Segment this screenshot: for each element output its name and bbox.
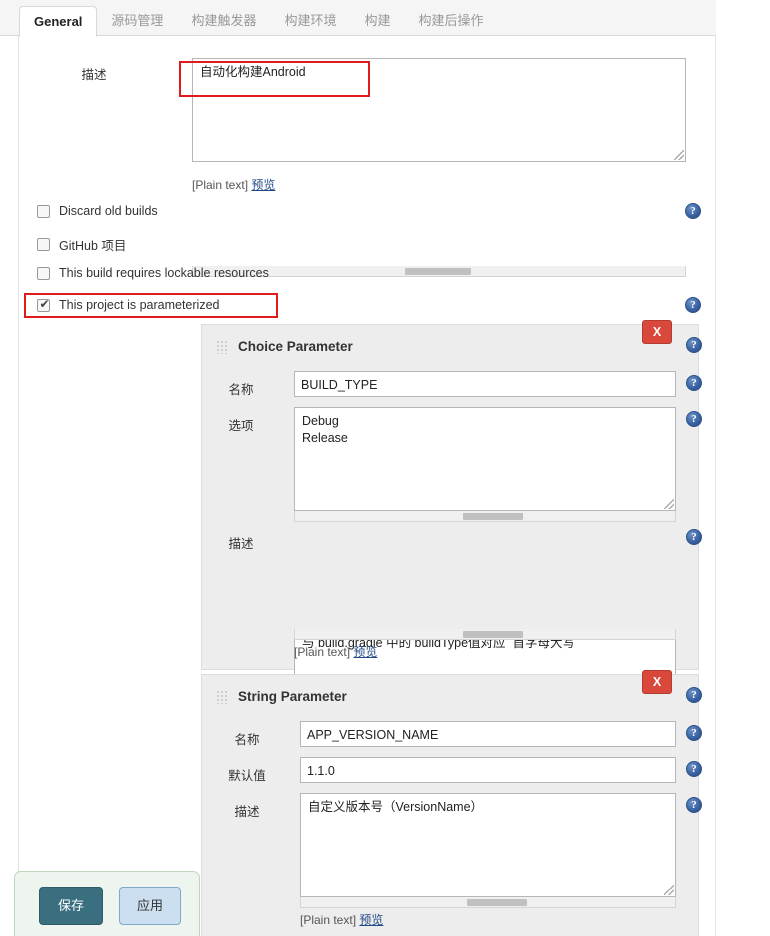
apply-button[interactable]: 应用 [119,887,181,925]
choice-plain-text-note: [Plain text] 预览 [294,643,377,660]
resize-grip-icon[interactable] [664,499,674,509]
description-plain-text-note: [Plain text] 预览 [192,176,275,193]
checkbox-lockable-resources[interactable] [37,266,50,280]
help-icon-choice-name[interactable] [686,375,702,391]
preview-link[interactable]: 预览 [251,178,275,192]
parameter-header-string: String Parameter [216,689,347,704]
choice-options-hscrollbar[interactable] [294,511,676,522]
parameter-block-string: String Parameter X 名称 APP_VERSION_NAME 默… [201,670,702,936]
string-default-value-input[interactable]: 1.1.0 [300,757,676,783]
delete-parameter-button-string[interactable]: X [642,670,672,694]
save-button[interactable]: 保存 [39,887,103,925]
help-icon-string-description[interactable] [686,797,702,813]
plain-text-label: [Plain text] [294,645,351,659]
scrollbar-thumb[interactable] [463,631,523,638]
plain-text-label: [Plain text] [300,913,357,927]
checkbox-row-lockable-resources[interactable]: This build requires lockable resources [37,266,269,280]
choice-description-label: 描述 [228,537,254,551]
resize-grip-icon[interactable] [674,150,684,160]
choice-description-hscrollbar[interactable] [294,629,676,640]
scrollbar-thumb[interactable] [405,268,471,275]
help-icon-choice-parameter[interactable] [686,337,702,353]
preview-link[interactable]: 预览 [353,645,377,659]
scrollbar-thumb[interactable] [463,513,523,520]
resize-grip-icon[interactable] [664,885,674,895]
tab-post-build-actions[interactable]: 构建后操作 [404,6,497,36]
string-plain-text-note: [Plain text] 预览 [300,911,383,928]
parameter-title-choice: Choice Parameter [238,339,353,354]
checkbox-discard-old-builds[interactable] [37,204,50,218]
description-row: 描述 [19,60,169,83]
help-icon-discard-old-builds[interactable] [685,203,701,219]
tab-build-environment[interactable]: 构建环境 [270,6,350,36]
tab-build[interactable]: 构建 [350,6,404,36]
help-icon-string-parameter[interactable] [686,687,702,703]
parameter-block-choice: Choice Parameter X 名称 BUILD_TYPE 选项 Debu… [201,320,702,733]
parameter-header-choice: Choice Parameter [216,339,353,354]
help-icon-string-default-value[interactable] [686,761,702,777]
config-form-panel: 描述 自动化构建Android [Plain text] 预览 Discard … [0,36,716,936]
checkbox-row-this-project-is-parameterized[interactable]: This project is parameterized [37,297,220,312]
checkbox-label-lockable-resources: This build requires lockable resources [59,266,269,280]
save-button-bar: 保存 应用 [14,871,200,936]
help-icon-choice-description[interactable] [686,529,702,545]
jenkins-job-config-page: General 源码管理 构建触发器 构建环境 构建 构建后操作 描述 自动化构… [0,0,770,936]
plain-text-label: [Plain text] [192,178,249,192]
checkbox-row-github-project[interactable]: GitHub 项目 [37,235,126,254]
string-name-input[interactable]: APP_VERSION_NAME [300,721,676,747]
scrollbar-thumb[interactable] [467,899,527,906]
string-description-hscrollbar[interactable] [300,897,676,908]
checkbox-this-project-is-parameterized[interactable] [37,297,51,312]
drag-handle-icon[interactable] [216,339,228,354]
config-form-area: 描述 自动化构建Android [Plain text] 预览 Discard … [18,36,715,936]
parameter-title-string: String Parameter [238,689,347,704]
tab-general[interactable]: General [19,6,98,37]
checkbox-github-project[interactable] [37,238,50,251]
checkbox-label-this-project-is-parameterized: This project is parameterized [59,298,220,312]
description-label: 描述 [81,68,107,82]
help-icon-choice-options[interactable] [686,411,702,427]
checkbox-row-discard-old-builds[interactable]: Discard old builds [37,204,158,218]
checkbox-label-discard-old-builds: Discard old builds [59,204,158,218]
tab-source-code-management[interactable]: 源码管理 [97,6,177,36]
help-icon-this-project-is-parameterized[interactable] [685,297,701,313]
description-textarea[interactable]: 自动化构建Android [192,58,686,162]
tab-build-triggers[interactable]: 构建触发器 [177,6,270,36]
choice-options-textarea[interactable]: Debug Release [294,407,676,511]
help-icon-string-name[interactable] [686,725,702,741]
preview-link[interactable]: 预览 [359,913,383,927]
checkbox-label-github-project: GitHub 项目 [59,239,127,253]
string-description-textarea[interactable]: 自定义版本号（VersionName） [300,793,676,897]
config-tab-bar: General 源码管理 构建触发器 构建环境 构建 构建后操作 [0,0,716,37]
drag-handle-icon[interactable] [216,689,228,704]
choice-name-input[interactable]: BUILD_TYPE [294,371,676,397]
delete-parameter-button-choice[interactable]: X [642,320,672,344]
